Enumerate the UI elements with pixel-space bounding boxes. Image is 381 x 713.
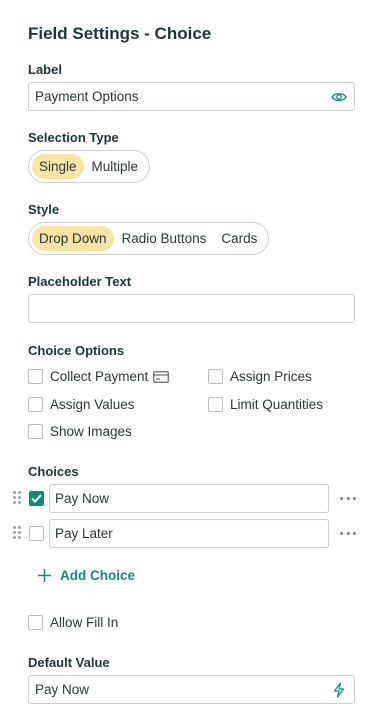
- limit-quantities-checkbox[interactable]: Limit Quantities: [208, 397, 323, 412]
- placeholder-heading: Placeholder Text: [28, 274, 132, 289]
- style-radio-buttons[interactable]: Radio Buttons: [115, 226, 214, 251]
- show-images-checkbox[interactable]: Show Images: [28, 424, 132, 439]
- default-value-input-value: Pay Now: [35, 682, 90, 697]
- choice-options-heading: Choice Options: [28, 343, 125, 358]
- checkbox-label: Limit Quantities: [230, 397, 324, 412]
- choice-input-value: Pay Now: [55, 491, 110, 506]
- allow-fill-in-checkbox[interactable]: Allow Fill In: [28, 615, 118, 630]
- page-title: Field Settings - Choice: [28, 24, 212, 43]
- checkbox-box[interactable]: [208, 397, 223, 412]
- drag-handle-icon[interactable]: [12, 490, 22, 506]
- checkbox-label: Show Images: [50, 424, 132, 439]
- selection-type-heading: Selection Type: [28, 130, 119, 145]
- checkbox-box[interactable]: [28, 615, 43, 630]
- checkbox-label: Allow Fill In: [50, 615, 119, 630]
- add-choice-label: Add Choice: [60, 568, 136, 583]
- add-choice-button[interactable]: Add Choice: [37, 568, 135, 583]
- default-value-heading: Default Value: [28, 655, 110, 670]
- placeholder-input[interactable]: [28, 294, 355, 323]
- eye-icon[interactable]: [330, 88, 348, 106]
- lightning-icon[interactable]: [330, 681, 348, 699]
- checkbox-label: Assign Prices: [230, 369, 312, 384]
- checkbox-box[interactable]: [208, 369, 223, 384]
- card-icon: [153, 370, 170, 383]
- more-options-icon[interactable]: [338, 525, 358, 541]
- style-toggle: Drop Down Radio Buttons Cards: [28, 222, 270, 255]
- choice-input[interactable]: Pay Later: [49, 519, 329, 548]
- checkbox-box[interactable]: [28, 424, 43, 439]
- choice-checkbox[interactable]: [29, 491, 44, 506]
- choice-input[interactable]: Pay Now: [49, 484, 329, 513]
- more-options-icon[interactable]: [338, 490, 358, 506]
- style-heading: Style: [28, 202, 60, 217]
- drag-handle-icon[interactable]: [12, 525, 22, 541]
- checkbox-label: Collect Payment: [50, 369, 149, 384]
- choices-heading: Choices: [28, 464, 79, 479]
- checkbox-label: Assign Values: [50, 397, 135, 412]
- style-drop-down[interactable]: Drop Down: [32, 226, 114, 251]
- default-value-input[interactable]: Pay Now: [28, 675, 355, 704]
- selection-type-multiple[interactable]: Multiple: [85, 154, 146, 179]
- label-input-value: Payment Options: [35, 89, 139, 104]
- assign-values-checkbox[interactable]: Assign Values: [28, 397, 135, 412]
- choice-row: Pay Later: [12, 519, 362, 548]
- checkmark-icon: [31, 494, 42, 503]
- choice-input-value: Pay Later: [55, 526, 113, 541]
- style-cards[interactable]: Cards: [214, 226, 264, 251]
- collect-payment-checkbox[interactable]: Collect Payment: [28, 369, 170, 384]
- checkbox-box[interactable]: [28, 369, 43, 384]
- checkbox-box[interactable]: [28, 397, 43, 412]
- assign-prices-checkbox[interactable]: Assign Prices: [208, 369, 312, 384]
- selection-type-toggle: Single Multiple: [28, 150, 151, 183]
- label-heading: Label: [28, 62, 62, 77]
- selection-type-single[interactable]: Single: [32, 154, 84, 179]
- choice-row: Pay Now: [12, 484, 362, 513]
- label-input[interactable]: Payment Options: [28, 82, 355, 111]
- plus-icon: [37, 568, 52, 583]
- choice-checkbox[interactable]: [29, 526, 44, 541]
